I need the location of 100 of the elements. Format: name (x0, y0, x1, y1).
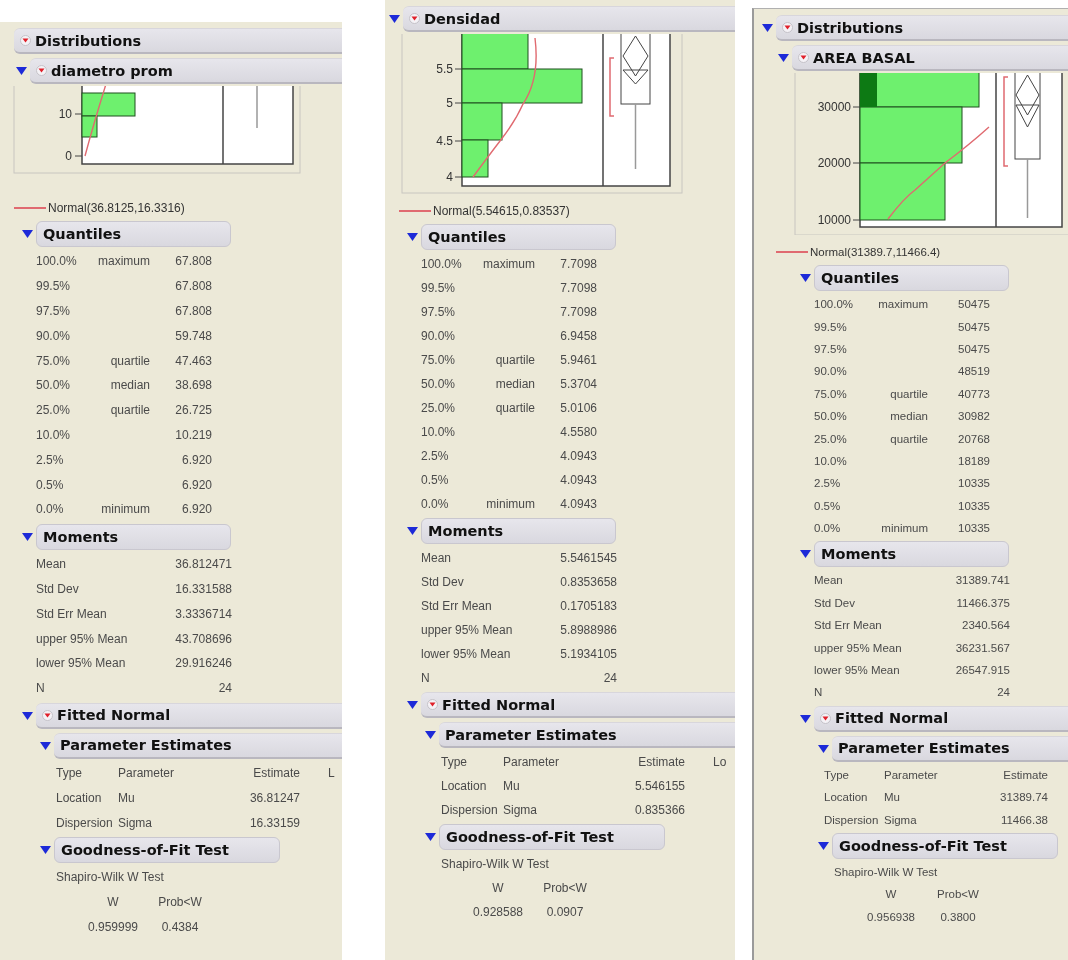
disclosure-icon[interactable] (425, 833, 436, 841)
section-header[interactable]: Densidad (403, 6, 735, 32)
disclosure-icon[interactable] (22, 230, 33, 238)
legend-label: Normal(36.8125,16.3316) (48, 201, 185, 215)
table-cell-text: 0.3800 (939, 910, 977, 923)
menu-icon[interactable] (782, 22, 793, 33)
table-cell-text: 36.81247 (248, 790, 300, 805)
section-header[interactable]: Distributions (14, 28, 342, 54)
table-cell-text: Mu (884, 791, 901, 804)
menu-icon[interactable] (427, 699, 438, 710)
box-plot (620, 34, 651, 105)
quantile-label: minimum (485, 497, 535, 511)
disclosure-icon[interactable] (818, 744, 829, 753)
axis-tick: 10000 (817, 213, 861, 227)
menu-icon[interactable] (409, 13, 420, 24)
section-header[interactable]: Parameter Estimates (832, 735, 1068, 762)
section-header[interactable]: Moments (814, 541, 1009, 568)
quantile-label: maximum (482, 257, 535, 271)
column-header: Lo (712, 755, 725, 769)
section-header[interactable]: Fitted Normal (421, 692, 735, 718)
quantile-label: maximum (97, 254, 150, 269)
quantile-value: 4.0943 (559, 497, 597, 511)
section-header[interactable]: Fitted Normal (36, 702, 342, 729)
table-cell-text: 0.4384 (160, 919, 200, 934)
moment-value: 5.1934105 (559, 647, 617, 661)
menu-icon[interactable] (36, 65, 47, 76)
disclosure-icon[interactable] (407, 233, 418, 241)
section-header[interactable]: Goodness-of-Fit Test (439, 824, 665, 850)
column-header: Prob<W (542, 881, 588, 895)
disclosure-icon[interactable] (16, 67, 27, 75)
menu-icon[interactable] (20, 35, 31, 46)
disclosure-icon[interactable] (818, 841, 829, 850)
section-header[interactable]: Parameter Estimates (439, 722, 735, 748)
quantile-percent: 25.0% (36, 403, 72, 418)
quantile-percent: 100.0% (36, 254, 78, 269)
section-header[interactable]: Quantiles (421, 224, 616, 250)
quantile-value: 47.463 (174, 353, 212, 368)
disclosure-icon[interactable] (407, 701, 418, 709)
quantile-value: 10.219 (174, 427, 212, 442)
column-header: W (491, 881, 505, 895)
moment-value: 26547.915 (954, 664, 1010, 677)
moment-value: 5.5461545 (559, 551, 617, 565)
section-header[interactable]: AREA BASAL (792, 45, 1068, 71)
disclosure-icon[interactable] (22, 532, 33, 541)
moment-value: 2340.564 (961, 619, 1010, 632)
legend-label: Normal(31389.7,11466.4) (810, 246, 941, 258)
quantile-percent: 0.0% (36, 502, 65, 517)
disclosure-icon[interactable] (762, 24, 773, 32)
section-header[interactable]: Moments (421, 518, 616, 544)
moment-value: 3.3336714 (174, 606, 232, 621)
section-header[interactable]: Moments (36, 523, 231, 550)
section-header[interactable]: Quantiles (36, 221, 231, 247)
quantile-percent: 99.5% (814, 320, 848, 333)
menu-icon[interactable] (42, 709, 53, 721)
menu-icon[interactable] (820, 712, 831, 724)
column-header: Prob<W (157, 895, 203, 910)
disclosure-icon[interactable] (800, 714, 811, 723)
column-header: W (884, 888, 898, 901)
axis-tick: 0 (65, 149, 83, 163)
quantile-label: median (109, 378, 150, 393)
section-header[interactable]: Goodness-of-Fit Test (54, 836, 280, 863)
moment-label: N (421, 671, 431, 685)
section-header[interactable]: Fitted Normal (814, 705, 1068, 732)
disclosure-icon[interactable] (407, 527, 418, 535)
disclosure-icon[interactable] (40, 741, 51, 750)
column-header: Estimate (252, 765, 300, 780)
disclosure-icon[interactable] (40, 845, 51, 854)
quantile-value: 7.7098 (559, 257, 597, 271)
table-cell-text: 0.959999 (86, 919, 140, 934)
section-header[interactable]: Distributions (776, 15, 1068, 41)
section-header[interactable]: Goodness-of-Fit Test (832, 832, 1058, 859)
quantile-label: quartile (109, 403, 150, 418)
section-header[interactable]: diametro prom (30, 58, 342, 84)
moment-value: 16.331588 (174, 581, 232, 596)
moment-label: Std Dev (814, 596, 856, 609)
disclosure-icon[interactable] (389, 15, 400, 23)
section-header[interactable]: Quantiles (814, 265, 1009, 291)
table-cell-text: 0.956938 (866, 910, 916, 923)
quantile-value: 40773 (957, 387, 990, 400)
menu-icon[interactable] (798, 52, 809, 63)
quantile-value: 6.920 (180, 477, 212, 492)
section-header[interactable]: Parameter Estimates (54, 732, 342, 759)
quantile-percent: 75.0% (421, 353, 457, 367)
quantile-label: quartile (889, 387, 928, 400)
disclosure-icon[interactable] (800, 550, 811, 559)
disclosure-icon[interactable] (800, 274, 811, 282)
quantile-percent: 90.0% (814, 365, 848, 378)
test-name: Shapiro-Wilk W Test (441, 857, 549, 871)
legend-line (399, 209, 431, 213)
table-cell-text: Dispersion (824, 813, 880, 826)
column-header: Type (56, 765, 83, 780)
table-cell-text: Location (441, 779, 488, 793)
disclosure-icon[interactable] (778, 54, 789, 62)
axis-tick: 4.5 (436, 134, 463, 148)
quantile-value: 4.5580 (559, 425, 597, 439)
disclosure-icon[interactable] (22, 711, 33, 720)
quantile-value: 6.9458 (559, 329, 597, 343)
quantile-value: 26.725 (174, 403, 212, 418)
quantile-percent: 2.5% (814, 477, 842, 490)
disclosure-icon[interactable] (425, 731, 436, 739)
